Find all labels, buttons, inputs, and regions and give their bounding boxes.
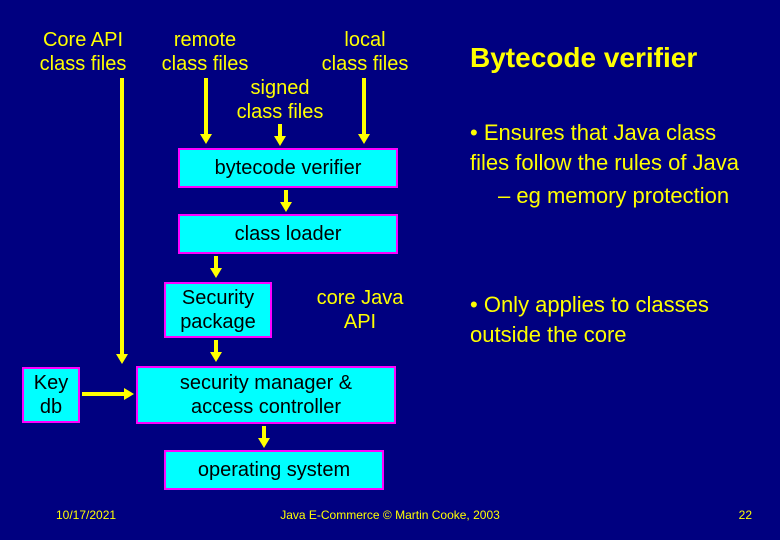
box-class-loader: class loader — [178, 214, 398, 254]
bullet-1-text: Ensures that Java class files follow the… — [470, 120, 739, 175]
arrow-bv-cl-head — [280, 202, 292, 212]
label-remote: remote class files — [150, 28, 260, 76]
arrow-sp-sm-head — [210, 352, 222, 362]
bullet-2-text: Only applies to classes outside the core — [470, 292, 709, 347]
box-bytecode-verifier: bytecode verifier — [178, 148, 398, 188]
slide-title: Bytecode verifier — [470, 42, 697, 74]
bullet-1: • Ensures that Java class files follow t… — [470, 118, 760, 211]
label-core-java-api: core Java API — [300, 286, 420, 334]
bullet-dash-1: – — [498, 183, 516, 208]
bullet-dot-1: • — [470, 120, 484, 145]
arrow-sm-os-head — [258, 438, 270, 448]
arrow-coreapi-head — [116, 354, 128, 364]
label-local: local class files — [310, 28, 420, 76]
arrow-coreapi-stem — [120, 78, 124, 356]
footer-copyright: Java E-Commerce © Martin Cooke, 2003 — [0, 508, 780, 522]
bullet-1-sub-text: eg memory protection — [516, 183, 729, 208]
label-signed: signed class files — [225, 76, 335, 124]
arrow-local-stem — [362, 78, 366, 134]
box-key-db: Key db — [22, 367, 80, 423]
box-operating-system: operating system — [164, 450, 384, 490]
arrow-remote-stem — [204, 78, 208, 134]
box-security-manager: security manager & access controller — [136, 366, 396, 424]
arrow-remote-head — [200, 134, 212, 144]
footer-page: 22 — [739, 508, 752, 522]
bullet-dot-2: • — [470, 292, 484, 317]
arrow-keydb-sm — [82, 392, 126, 396]
arrow-cl-sp-head — [210, 268, 222, 278]
arrow-local-head — [358, 134, 370, 144]
bullet-2: • Only applies to classes outside the co… — [470, 290, 760, 349]
arrow-signed-head — [274, 136, 286, 146]
label-core-api: Core API class files — [28, 28, 138, 76]
box-security-package: Security package — [164, 282, 272, 338]
arrow-keydb-sm-head — [124, 388, 134, 400]
